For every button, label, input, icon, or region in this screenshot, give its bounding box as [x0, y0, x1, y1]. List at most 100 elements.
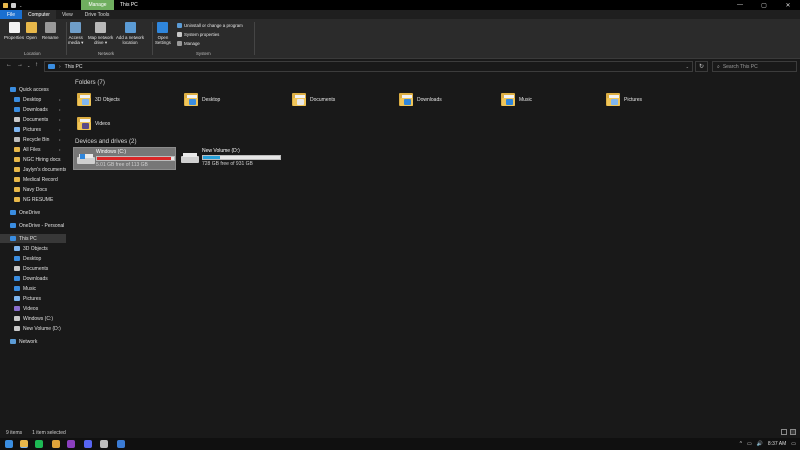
show-hidden-icons-button[interactable]: ^ [740, 441, 742, 447]
nav-item-pictures[interactable]: Pictures • [0, 125, 66, 134]
address-bar[interactable]: › This PC ⌄ [44, 61, 693, 72]
nav-item-3d-objects[interactable]: 3D Objects [0, 244, 66, 253]
open-label: Open Settings [155, 35, 171, 45]
tab-computer[interactable]: Computer [22, 10, 56, 19]
folder-pictures[interactable]: Pictures [606, 93, 642, 106]
search-input[interactable] [722, 63, 793, 70]
network-icon[interactable]: ▭ [747, 441, 752, 447]
nav-item-music[interactable]: Music [0, 284, 66, 293]
tab-file[interactable]: File [0, 10, 22, 19]
properties-button[interactable]: Properties [4, 22, 24, 40]
search-box[interactable]: ⌕ [712, 61, 797, 72]
folder-music[interactable]: Music [501, 93, 532, 106]
nav-item-quick-access[interactable]: Quick access [0, 85, 66, 94]
nav-item-medical-record[interactable]: Medical Record [0, 175, 66, 184]
documents-icon [14, 266, 20, 271]
folder-documents[interactable]: Documents [292, 93, 335, 106]
folder-3d-objects[interactable]: 3D Objects [77, 93, 120, 106]
app-blue-icon[interactable] [117, 440, 125, 448]
nav-item-jaylyn-s-documents[interactable]: Jaylyn's documents [0, 165, 66, 174]
rename-button[interactable]: Rename [42, 22, 59, 40]
file-explorer-icon[interactable] [20, 440, 28, 448]
minimize-button[interactable]: — [728, 0, 752, 10]
access-button[interactable]: Access media ▾ [68, 22, 83, 45]
nav-item-desktop[interactable]: Desktop [0, 254, 66, 263]
nav-item-new-volume-d[interactable]: New Volume (D:) [0, 324, 66, 333]
chevron-down-icon[interactable]: ⌄ [686, 64, 689, 69]
nav-item-navy-docs[interactable]: Navy Docs [0, 185, 66, 194]
maximize-button[interactable]: ▢ [752, 0, 776, 10]
nav-item-videos[interactable]: Videos [0, 304, 66, 313]
nav-item-desktop[interactable]: Desktop • [0, 95, 66, 104]
large-icons-view-button[interactable] [790, 429, 796, 435]
nav-item-documents[interactable]: Documents • [0, 115, 66, 124]
spotify-icon[interactable] [35, 440, 43, 448]
uninstall-program-button[interactable]: Uninstall or change a program [177, 23, 243, 28]
tab-view[interactable]: View [56, 10, 79, 19]
tab-manage[interactable]: Manage [81, 0, 114, 10]
access-label: Access media ▾ [68, 35, 84, 45]
settings-gear-icon[interactable] [100, 440, 108, 448]
details-view-button[interactable] [781, 429, 787, 435]
drive-icon [14, 316, 20, 321]
drive-windows-c[interactable]: Windows (C:) 5.01 GB free of 113 GB [73, 147, 176, 170]
open-button[interactable]: Open [26, 22, 37, 40]
folders-heading[interactable]: Folders (7) [75, 79, 105, 86]
windows-start-icon[interactable] [5, 440, 13, 448]
recent-locations-button[interactable]: ⌄ [27, 63, 30, 68]
folder-desktop[interactable]: Desktop [184, 93, 220, 106]
pin-icon: • [59, 97, 61, 102]
discord-icon[interactable] [84, 440, 92, 448]
nav-item-downloads[interactable]: Downloads [0, 274, 66, 283]
nav-item-onedrive-personal[interactable]: OneDrive - Personal [0, 221, 66, 230]
rename-label: Rename [42, 35, 59, 40]
folder-icon[interactable] [3, 2, 8, 8]
nav-item-recycle-bin[interactable]: Recycle Bin • [0, 135, 66, 144]
devices-heading[interactable]: Devices and drives (2) [75, 138, 137, 145]
nav-item-network[interactable]: Network [0, 337, 66, 346]
app-purple-icon[interactable] [67, 440, 75, 448]
nav-item-label: New Volume (D:) [23, 325, 61, 332]
manage-icon [177, 41, 182, 46]
nav-item-label: OneDrive - Personal [19, 222, 65, 229]
nav-item-pictures[interactable]: Pictures [0, 294, 66, 303]
map-network-label: Map network drive ▾ [88, 35, 114, 45]
breadcrumb[interactable]: This PC [65, 64, 83, 70]
nav-item-documents[interactable]: Documents [0, 264, 66, 273]
nav-item-this-pc[interactable]: This PC [0, 234, 66, 243]
page-icon[interactable] [11, 2, 16, 8]
nav-item-label: Navy Docs [23, 186, 48, 193]
3d-objects-icon [14, 246, 20, 251]
nav-item-onedrive[interactable]: OneDrive [0, 208, 66, 217]
close-button[interactable]: ✕ [776, 0, 800, 10]
manage-button[interactable]: Manage [177, 41, 200, 46]
nav-item-windows-c[interactable]: Windows (C:) [0, 314, 66, 323]
folder-videos[interactable]: Videos [77, 117, 110, 130]
forward-button[interactable]: → [17, 62, 23, 68]
add-network-location-icon [124, 22, 136, 33]
folder-icon [14, 177, 20, 182]
volume-icon[interactable]: 🔊 [757, 441, 763, 447]
open-button[interactable]: Open Settings [155, 22, 171, 45]
nav-item-label: Recycle Bin [23, 136, 50, 143]
nav-item-ngc-hiring-docs[interactable]: NGC Hiring docs [0, 155, 66, 164]
nav-item-ng-resume[interactable]: NG RESUME [0, 195, 66, 204]
system-properties-button[interactable]: System properties [177, 32, 219, 37]
nav-item-downloads[interactable]: Downloads • [0, 105, 66, 114]
dropdown-icon[interactable]: ⌄ [19, 3, 22, 8]
add-a-network-button[interactable]: Add a network location [116, 22, 144, 45]
refresh-button[interactable]: ↻ [695, 61, 708, 72]
clock[interactable]: 8:37 AM [768, 441, 786, 447]
nav-item-label: NGC Hiring docs [23, 156, 61, 163]
back-button[interactable]: ← [6, 62, 12, 68]
folder-downloads[interactable]: Downloads [399, 93, 442, 106]
chrome-icon[interactable] [52, 440, 60, 448]
selection-count: 1 item selected [32, 429, 66, 436]
taskbar: ^ ▭ 🔊 8:37 AM ▭ [0, 438, 800, 450]
notifications-icon[interactable]: ▭ [791, 441, 796, 447]
drive-new-volume-d[interactable]: New Volume (D:) 728 GB free of 931 GB [178, 147, 286, 170]
up-button[interactable]: ↑ [35, 62, 38, 68]
tab-drive-tools[interactable]: Drive Tools [79, 10, 116, 19]
nav-item-all-files[interactable]: All Files • [0, 145, 66, 154]
map-network-button[interactable]: Map network drive ▾ [88, 22, 113, 45]
